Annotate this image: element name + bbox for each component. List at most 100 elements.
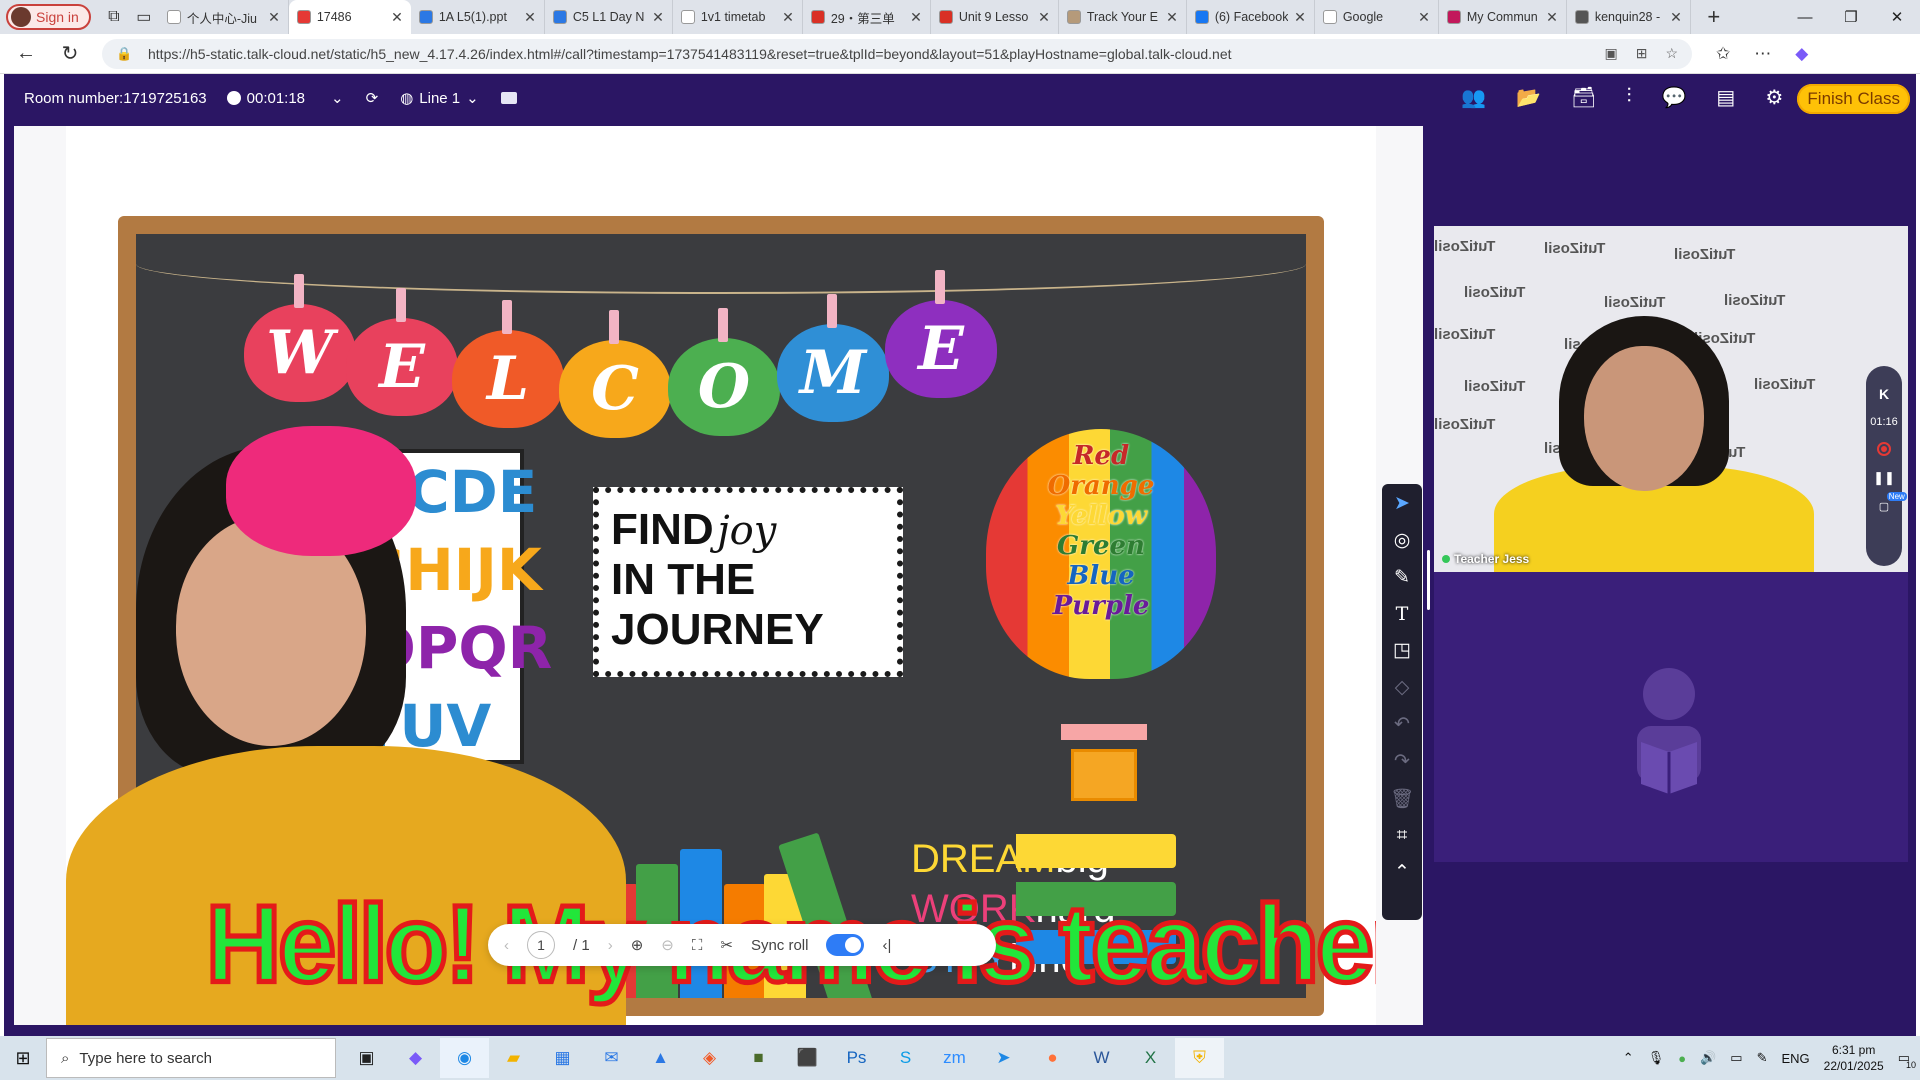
cursor-app-icon[interactable]: ➤ — [979, 1038, 1028, 1078]
tab-close-icon[interactable]: ✕ — [1166, 9, 1178, 26]
status-dot-icon[interactable]: ● — [1678, 1051, 1686, 1066]
close-window-icon[interactable]: ✕ — [1874, 0, 1920, 34]
workspaces-icon[interactable]: ⧉ — [99, 4, 129, 30]
pen-icon[interactable]: ✎ — [1394, 566, 1410, 589]
sync-roll-toggle[interactable] — [826, 934, 865, 956]
prev-page-icon[interactable]: ‹ — [504, 937, 509, 954]
toolbox-icon[interactable]: 🗃 — [1571, 85, 1596, 110]
edge-icon[interactable]: ◉ — [440, 1038, 489, 1078]
pen-workspace-icon[interactable]: ✎ — [1757, 1050, 1768, 1066]
laser-pointer-icon[interactable]: ◎ — [1394, 529, 1411, 552]
microphone-icon[interactable]: 🎙 — [1648, 1050, 1665, 1066]
record-video-new-icon[interactable]: ▢ New — [1879, 492, 1907, 513]
store-icon[interactable]: ▦ — [538, 1038, 587, 1078]
network-icon[interactable]: ▭ — [1730, 1050, 1742, 1066]
minecraft-icon[interactable]: ■ — [734, 1038, 783, 1078]
tab-close-icon[interactable]: ✕ — [1294, 9, 1306, 26]
copilot-icon[interactable]: ◆ — [1795, 44, 1808, 64]
browser-tab[interactable]: 1A L5(1).ppt ✕ — [411, 0, 545, 34]
tab-close-icon[interactable]: ✕ — [1670, 9, 1682, 26]
tab-close-icon[interactable]: ✕ — [1546, 9, 1558, 26]
firefox-icon[interactable]: ● — [1028, 1038, 1077, 1078]
tab-close-icon[interactable]: ✕ — [268, 9, 280, 26]
settings-icon[interactable]: ⚙ — [1765, 85, 1783, 110]
finish-class-button[interactable]: Finish Class — [1797, 84, 1910, 114]
taskbar-clock[interactable]: 6:31 pm 22/01/2025 — [1824, 1042, 1884, 1074]
favorite-star-icon[interactable]: ☆ — [1665, 45, 1678, 62]
tab-close-icon[interactable]: ✕ — [1418, 9, 1430, 26]
tab-close-icon[interactable]: ✕ — [391, 9, 403, 26]
photoshop-icon[interactable]: Ps — [832, 1038, 881, 1078]
volume-icon[interactable]: 🔊 — [1700, 1050, 1716, 1066]
pause-icon[interactable]: ❚❚ — [1873, 470, 1895, 486]
favorites-icon[interactable]: ✩ — [1716, 44, 1730, 64]
text-tool-icon[interactable]: T — [1396, 603, 1409, 625]
task-view-icon[interactable]: ▣ — [342, 1038, 391, 1078]
browser-tab[interactable]: kenquin28 - ✕ — [1567, 0, 1691, 34]
redo-icon[interactable]: ↷ — [1394, 750, 1410, 773]
reload-icon[interactable]: ⟳ — [366, 89, 379, 107]
next-page-icon[interactable]: › — [608, 937, 613, 954]
zoom-icon[interactable]: zm — [930, 1038, 979, 1078]
minimize-icon[interactable]: — — [1782, 0, 1828, 34]
chevron-down-icon[interactable]: ⌄ — [331, 89, 344, 107]
excel-icon[interactable]: X — [1126, 1038, 1175, 1078]
word-icon[interactable]: W — [1077, 1038, 1126, 1078]
more-menu-icon[interactable]: ⋯ — [1754, 44, 1771, 64]
zoom-out-icon[interactable]: ⊖ — [661, 936, 674, 954]
back-button[interactable]: ← — [8, 36, 44, 72]
browser-tab[interactable]: (6) Facebook ✕ — [1187, 0, 1315, 34]
tab-close-icon[interactable]: ✕ — [782, 9, 794, 26]
restore-icon[interactable]: ❐ — [1828, 0, 1874, 34]
browser-tab[interactable]: 29・第三单 ✕ — [803, 0, 931, 34]
folder-icon[interactable]: 📂 — [1516, 85, 1541, 110]
capcut-icon[interactable]: ⬛ — [783, 1038, 832, 1078]
fullscreen-icon[interactable]: ⛶ — [692, 937, 703, 954]
trash-icon[interactable]: 🗑 — [1390, 787, 1414, 811]
browser-tab[interactable]: Unit 9 Lesso ✕ — [931, 0, 1059, 34]
record-icon[interactable] — [1877, 442, 1891, 456]
layout-icon[interactable]: ▤ — [1716, 85, 1735, 110]
browser-tab[interactable]: 个人中心-Jiu ✕ — [159, 0, 289, 34]
browser-tab[interactable]: 17486 ✕ — [288, 0, 411, 34]
tab-close-icon[interactable]: ✕ — [1038, 9, 1050, 26]
undo-icon[interactable]: ↶ — [1394, 713, 1410, 736]
browser-tab[interactable]: C5 L1 Day N ✕ — [545, 0, 673, 34]
collapse-toolbar-icon[interactable]: ⌃ — [1394, 861, 1410, 884]
camera-in-use-icon[interactable]: ▣ — [1604, 45, 1617, 62]
start-icon[interactable]: ⊞ — [0, 1048, 46, 1069]
teacher-video[interactable]: TutiZosil TutiZosil TutiZosil TutiZosil Tuti… — [1434, 226, 1908, 572]
select-pointer-icon[interactable]: ➤ — [1394, 492, 1410, 515]
browser-tab[interactable]: My Commun ✕ — [1439, 0, 1567, 34]
eraser-icon[interactable]: ◇ — [1395, 676, 1410, 699]
language-indicator[interactable]: ENG — [1781, 1051, 1809, 1066]
browser-tab[interactable]: 1v1 timetab ✕ — [673, 0, 803, 34]
security-shield-icon[interactable]: ⛨ — [1175, 1038, 1224, 1078]
chat-icon[interactable]: 💬 — [1662, 85, 1687, 110]
browser-tab[interactable]: Track Your E ✕ — [1059, 0, 1187, 34]
app-available-icon[interactable]: ⊞ — [1636, 45, 1648, 62]
file-explorer-icon[interactable]: ▰ — [489, 1038, 538, 1078]
whiteboard-area[interactable]: WELCOME ABCDEFGHIJKNOPQRSTUVWXYZ FIND jo… — [14, 126, 1423, 1025]
page-number-input[interactable]: 1 — [527, 931, 555, 959]
mail-icon[interactable]: ✉ — [587, 1038, 636, 1078]
browser-tab[interactable]: Google ✕ — [1315, 0, 1439, 34]
scissors-icon[interactable]: ✂ — [720, 936, 733, 954]
tab-close-icon[interactable]: ✕ — [524, 9, 536, 26]
refresh-button[interactable]: ↻ — [52, 36, 88, 72]
shapes-icon[interactable]: ◳ — [1393, 639, 1411, 662]
camera-icon[interactable] — [500, 92, 517, 104]
profile-signin-button[interactable]: Sign in — [6, 4, 91, 30]
notification-icon[interactable]: ▭ 10 — [1898, 1050, 1916, 1070]
zoom-in-icon[interactable]: ⊕ — [631, 936, 644, 954]
url-field[interactable]: 🔒 https://h5-static.talk-cloud.net/stati… — [102, 38, 1692, 69]
photos-icon[interactable]: ▲ — [636, 1038, 685, 1078]
screenshot-icon[interactable]: ⌗ — [1397, 825, 1408, 847]
site-info-icon[interactable]: 🔒 — [116, 46, 138, 62]
student-video-placeholder[interactable] — [1434, 572, 1908, 862]
collapse-pager-icon[interactable]: ‹| — [882, 937, 891, 954]
line-selector[interactable]: ◍ Line 1 ⌄ — [400, 89, 479, 108]
taskbar-search[interactable]: ⌕ Type here to search — [46, 1038, 336, 1078]
tab-actions-icon[interactable]: ▭ — [129, 4, 159, 30]
new-tab-button[interactable]: + — [1699, 4, 1729, 30]
